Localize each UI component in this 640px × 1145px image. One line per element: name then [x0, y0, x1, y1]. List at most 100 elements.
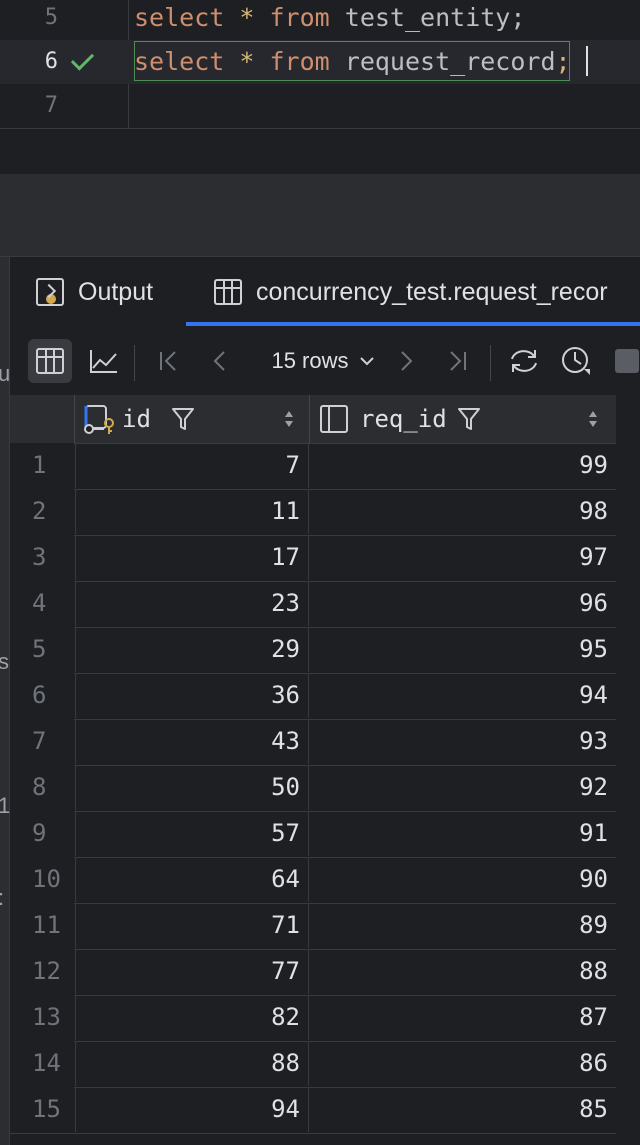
- rows-count: 15 rows: [271, 348, 349, 373]
- previous-page-icon: [213, 351, 225, 371]
- sort-icon[interactable]: [282, 408, 296, 430]
- table-row[interactable]: 4 23 96: [10, 581, 616, 628]
- table-row[interactable]: 14 88 86: [10, 1041, 616, 1088]
- refresh-icon: [511, 350, 537, 372]
- column-divider: [309, 395, 310, 443]
- page-size-dropdown[interactable]: 15 rows: [258, 339, 388, 383]
- tab-label: concurrency_test.request_recor: [256, 277, 608, 306]
- cell-id[interactable]: 50: [75, 765, 309, 810]
- row-number[interactable]: 4: [10, 581, 74, 626]
- cell-id[interactable]: 43: [75, 719, 309, 764]
- row-number[interactable]: 5: [10, 627, 74, 672]
- table-row[interactable]: 15 94 85: [10, 1087, 616, 1134]
- cell-req-id[interactable]: 87: [309, 995, 616, 1040]
- table-view-button[interactable]: [28, 339, 72, 383]
- refresh-button[interactable]: [506, 339, 542, 383]
- cell-id[interactable]: 94: [75, 1087, 309, 1132]
- cell-req-id[interactable]: 88: [309, 949, 616, 994]
- cell-id[interactable]: 36: [75, 673, 309, 718]
- row-number[interactable]: 15: [10, 1087, 74, 1132]
- row-number[interactable]: 9: [10, 811, 74, 856]
- stop-button[interactable]: [614, 339, 640, 383]
- history-button[interactable]: [558, 339, 594, 383]
- table-row[interactable]: 13 82 87: [10, 995, 616, 1042]
- cell-id[interactable]: 64: [75, 857, 309, 902]
- column-divider: [74, 395, 75, 443]
- table-row[interactable]: 3 17 97: [10, 535, 616, 582]
- tab-request-record-result[interactable]: concurrency_test.request_recor: [214, 257, 608, 327]
- last-page-icon: [450, 351, 466, 371]
- cell-id[interactable]: 17: [75, 535, 309, 580]
- next-page-button[interactable]: [396, 339, 418, 383]
- last-page-button[interactable]: [444, 339, 470, 383]
- table-row[interactable]: 8 50 92: [10, 765, 616, 812]
- cell-req-id[interactable]: 98: [309, 489, 616, 534]
- cell-req-id[interactable]: 86: [309, 1041, 616, 1086]
- row-number[interactable]: 14: [10, 1041, 74, 1086]
- table-row[interactable]: 7 43 93: [10, 719, 616, 766]
- row-number[interactable]: 11: [10, 903, 74, 948]
- cell-req-id[interactable]: 89: [309, 903, 616, 948]
- cell-req-id[interactable]: 85: [309, 1087, 616, 1132]
- table-row[interactable]: 10 64 90: [10, 857, 616, 904]
- filter-icon[interactable]: [171, 406, 195, 432]
- column-header-id[interactable]: id: [82, 395, 302, 443]
- chart-view-button[interactable]: [86, 339, 122, 383]
- row-number[interactable]: 13: [10, 995, 74, 1040]
- table-row[interactable]: 12 77 88: [10, 949, 616, 996]
- row-number[interactable]: 12: [10, 949, 74, 994]
- first-page-button[interactable]: [156, 339, 182, 383]
- check-icon: [70, 47, 95, 71]
- row-number[interactable]: 1: [10, 443, 74, 488]
- table-row[interactable]: 6 36 94: [10, 673, 616, 720]
- line-number: 5: [44, 5, 58, 30]
- cell-req-id[interactable]: 96: [309, 581, 616, 626]
- filter-icon[interactable]: [457, 406, 481, 432]
- table-row[interactable]: 5 29 95: [10, 627, 616, 674]
- cell-id[interactable]: 88: [75, 1041, 309, 1086]
- row-number[interactable]: 6: [10, 673, 74, 718]
- table-name: test_entity: [344, 3, 511, 32]
- cell-id[interactable]: 71: [75, 903, 309, 948]
- row-number[interactable]: 8: [10, 765, 74, 810]
- row-number[interactable]: 10: [10, 857, 74, 902]
- cell-id[interactable]: 57: [75, 811, 309, 856]
- tab-output[interactable]: Output: [36, 257, 153, 327]
- code-line-7[interactable]: 7: [0, 84, 640, 128]
- left-tree-panel-edge[interactable]: u s 1 :: [0, 257, 10, 1145]
- table-view-icon: [36, 348, 64, 374]
- table-row[interactable]: 1 7 99: [10, 443, 616, 490]
- sql-statement[interactable]: select * from test_entity;: [134, 0, 525, 40]
- truncated-glyph: :: [0, 885, 4, 911]
- cell-id[interactable]: 29: [75, 627, 309, 672]
- cell-id[interactable]: 77: [75, 949, 309, 994]
- cell-req-id[interactable]: 99: [309, 443, 616, 488]
- row-number[interactable]: 3: [10, 535, 74, 580]
- column-header-req-id[interactable]: req_id: [320, 395, 610, 443]
- line-number: 7: [44, 93, 58, 118]
- cell-req-id[interactable]: 92: [309, 765, 616, 810]
- cell-req-id[interactable]: 91: [309, 811, 616, 856]
- row-number[interactable]: 7: [10, 719, 74, 764]
- chevron-down-icon: [359, 357, 374, 366]
- table-row[interactable]: 11 71 89: [10, 903, 616, 950]
- column-name: req_id: [360, 405, 447, 433]
- previous-page-button[interactable]: [208, 339, 230, 383]
- sort-icon[interactable]: [586, 408, 600, 430]
- table-row[interactable]: 2 11 98: [10, 489, 616, 536]
- cell-req-id[interactable]: 93: [309, 719, 616, 764]
- row-number[interactable]: 2: [10, 489, 74, 534]
- cell-id[interactable]: 7: [75, 443, 309, 488]
- cell-id[interactable]: 23: [75, 581, 309, 626]
- cell-req-id[interactable]: 94: [309, 673, 616, 718]
- cell-req-id[interactable]: 95: [309, 627, 616, 672]
- sql-editor[interactable]: 5 select * from test_entity; 6 select * …: [0, 0, 640, 128]
- cell-req-id[interactable]: 97: [309, 535, 616, 580]
- cell-id[interactable]: 11: [75, 489, 309, 534]
- panel-splitter[interactable]: [0, 174, 640, 256]
- cell-req-id[interactable]: 90: [309, 857, 616, 902]
- table-row[interactable]: 9 57 91: [10, 811, 616, 858]
- toolbar-separator: [134, 345, 135, 381]
- cell-id[interactable]: 82: [75, 995, 309, 1040]
- code-line-5[interactable]: 5 select * from test_entity;: [0, 0, 640, 40]
